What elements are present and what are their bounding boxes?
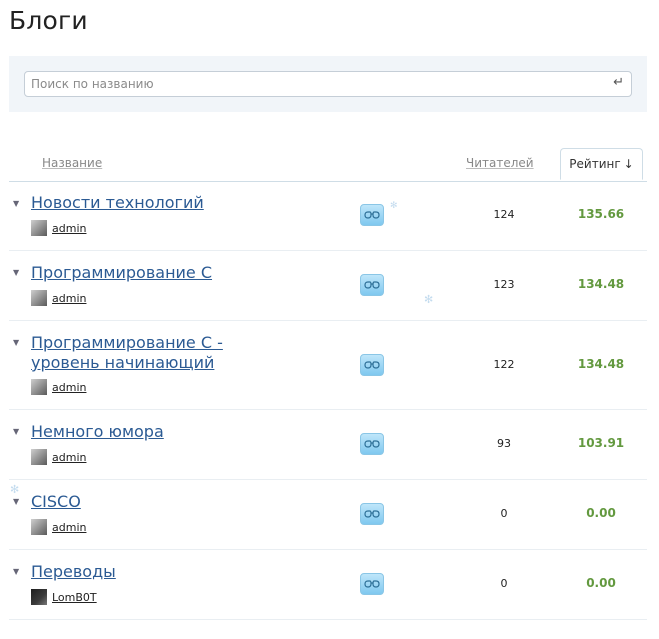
avatar[interactable]: [31, 290, 47, 306]
glasses-icon: [364, 211, 380, 219]
chevron-down-icon[interactable]: ▼: [13, 338, 19, 347]
readers-count: 123: [493, 278, 515, 291]
glasses-icon: [364, 440, 380, 448]
chevron-down-icon[interactable]: ▼: [13, 497, 19, 506]
table-header: Название Читателей Рейтинг ↓: [9, 148, 647, 182]
readers-count: 122: [493, 358, 515, 371]
glasses-icon: [364, 580, 380, 588]
rating-value: 0.00: [586, 576, 616, 590]
search-input[interactable]: [31, 72, 601, 96]
snowflake-icon: ✻: [424, 293, 434, 306]
readers-count: 0: [500, 507, 508, 520]
chevron-down-icon[interactable]: ▼: [13, 199, 19, 208]
snowflake-icon: ✻: [390, 201, 398, 211]
rating-header-label: Рейтинг: [569, 157, 621, 171]
read-blog-button[interactable]: [360, 433, 384, 455]
enter-icon[interactable]: ↵: [613, 75, 624, 90]
glasses-icon: [364, 361, 380, 369]
sort-by-name-link[interactable]: Название: [42, 156, 102, 170]
blog-row: ▼ Программирование C admin 123 134.48: [9, 251, 647, 321]
blog-row: ▼ Переводы LomB0T 0 0.00: [9, 550, 647, 620]
sort-desc-arrow-icon: ↓: [623, 157, 634, 171]
read-blog-button[interactable]: [360, 274, 384, 296]
page-title: Блоги: [9, 6, 88, 35]
blog-title-link[interactable]: CISCO: [31, 492, 331, 512]
rating-value: 103.91: [577, 436, 625, 450]
author-link[interactable]: LomB0T: [52, 591, 97, 604]
rating-value: 0.00: [586, 506, 616, 520]
blog-row: ▼ Немного юмора admin 93 103.91: [9, 410, 647, 480]
blog-row: ▼ Новости технологий admin 124 135.66: [9, 182, 647, 251]
blog-title-link[interactable]: Новости технологий: [31, 193, 331, 213]
author-link[interactable]: admin: [52, 521, 86, 534]
read-blog-button[interactable]: [360, 503, 384, 525]
blog-row: ▼ CISCO admin 0 0.00: [9, 480, 647, 550]
avatar[interactable]: [31, 449, 47, 465]
chevron-down-icon[interactable]: ▼: [13, 567, 19, 576]
glasses-icon: [364, 281, 380, 289]
author-link[interactable]: admin: [52, 222, 86, 235]
rating-value: 134.48: [577, 357, 625, 371]
blog-title-link[interactable]: Переводы: [31, 562, 331, 582]
readers-count: 124: [493, 208, 515, 221]
avatar[interactable]: [31, 379, 47, 395]
sort-by-rating-tab[interactable]: Рейтинг ↓: [560, 148, 643, 180]
author-link[interactable]: admin: [52, 292, 86, 305]
author[interactable]: admin: [31, 220, 86, 236]
readers-count: 93: [497, 437, 511, 450]
read-blog-button[interactable]: [360, 573, 384, 595]
sort-by-readers-link[interactable]: Читателей: [466, 156, 534, 170]
blog-title-link[interactable]: Немного юмора: [31, 422, 331, 442]
author[interactable]: admin: [31, 519, 86, 535]
avatar[interactable]: [31, 589, 47, 605]
search-panel: ↵: [9, 56, 647, 112]
glasses-icon: [364, 510, 380, 518]
author-link[interactable]: admin: [52, 381, 86, 394]
author-link[interactable]: admin: [52, 451, 86, 464]
avatar[interactable]: [31, 519, 47, 535]
rating-value: 135.66: [577, 207, 625, 221]
chevron-down-icon[interactable]: ▼: [13, 427, 19, 436]
blog-title-link[interactable]: Программирование C: [31, 263, 331, 283]
chevron-down-icon[interactable]: ▼: [13, 268, 19, 277]
author[interactable]: LomB0T: [31, 589, 97, 605]
readers-count: 0: [500, 577, 508, 590]
author[interactable]: admin: [31, 379, 86, 395]
blog-row: ▼ Программирование C - уровень начинающи…: [9, 321, 647, 410]
avatar[interactable]: [31, 220, 47, 236]
blog-title-link[interactable]: Программирование C - уровень начинающий: [31, 333, 246, 373]
snowflake-icon: ✻: [10, 483, 20, 496]
author[interactable]: admin: [31, 449, 86, 465]
search-box[interactable]: ↵: [24, 71, 632, 97]
rating-value: 134.48: [577, 277, 625, 291]
read-blog-button[interactable]: [360, 354, 384, 376]
read-blog-button[interactable]: [360, 204, 384, 226]
author[interactable]: admin: [31, 290, 86, 306]
